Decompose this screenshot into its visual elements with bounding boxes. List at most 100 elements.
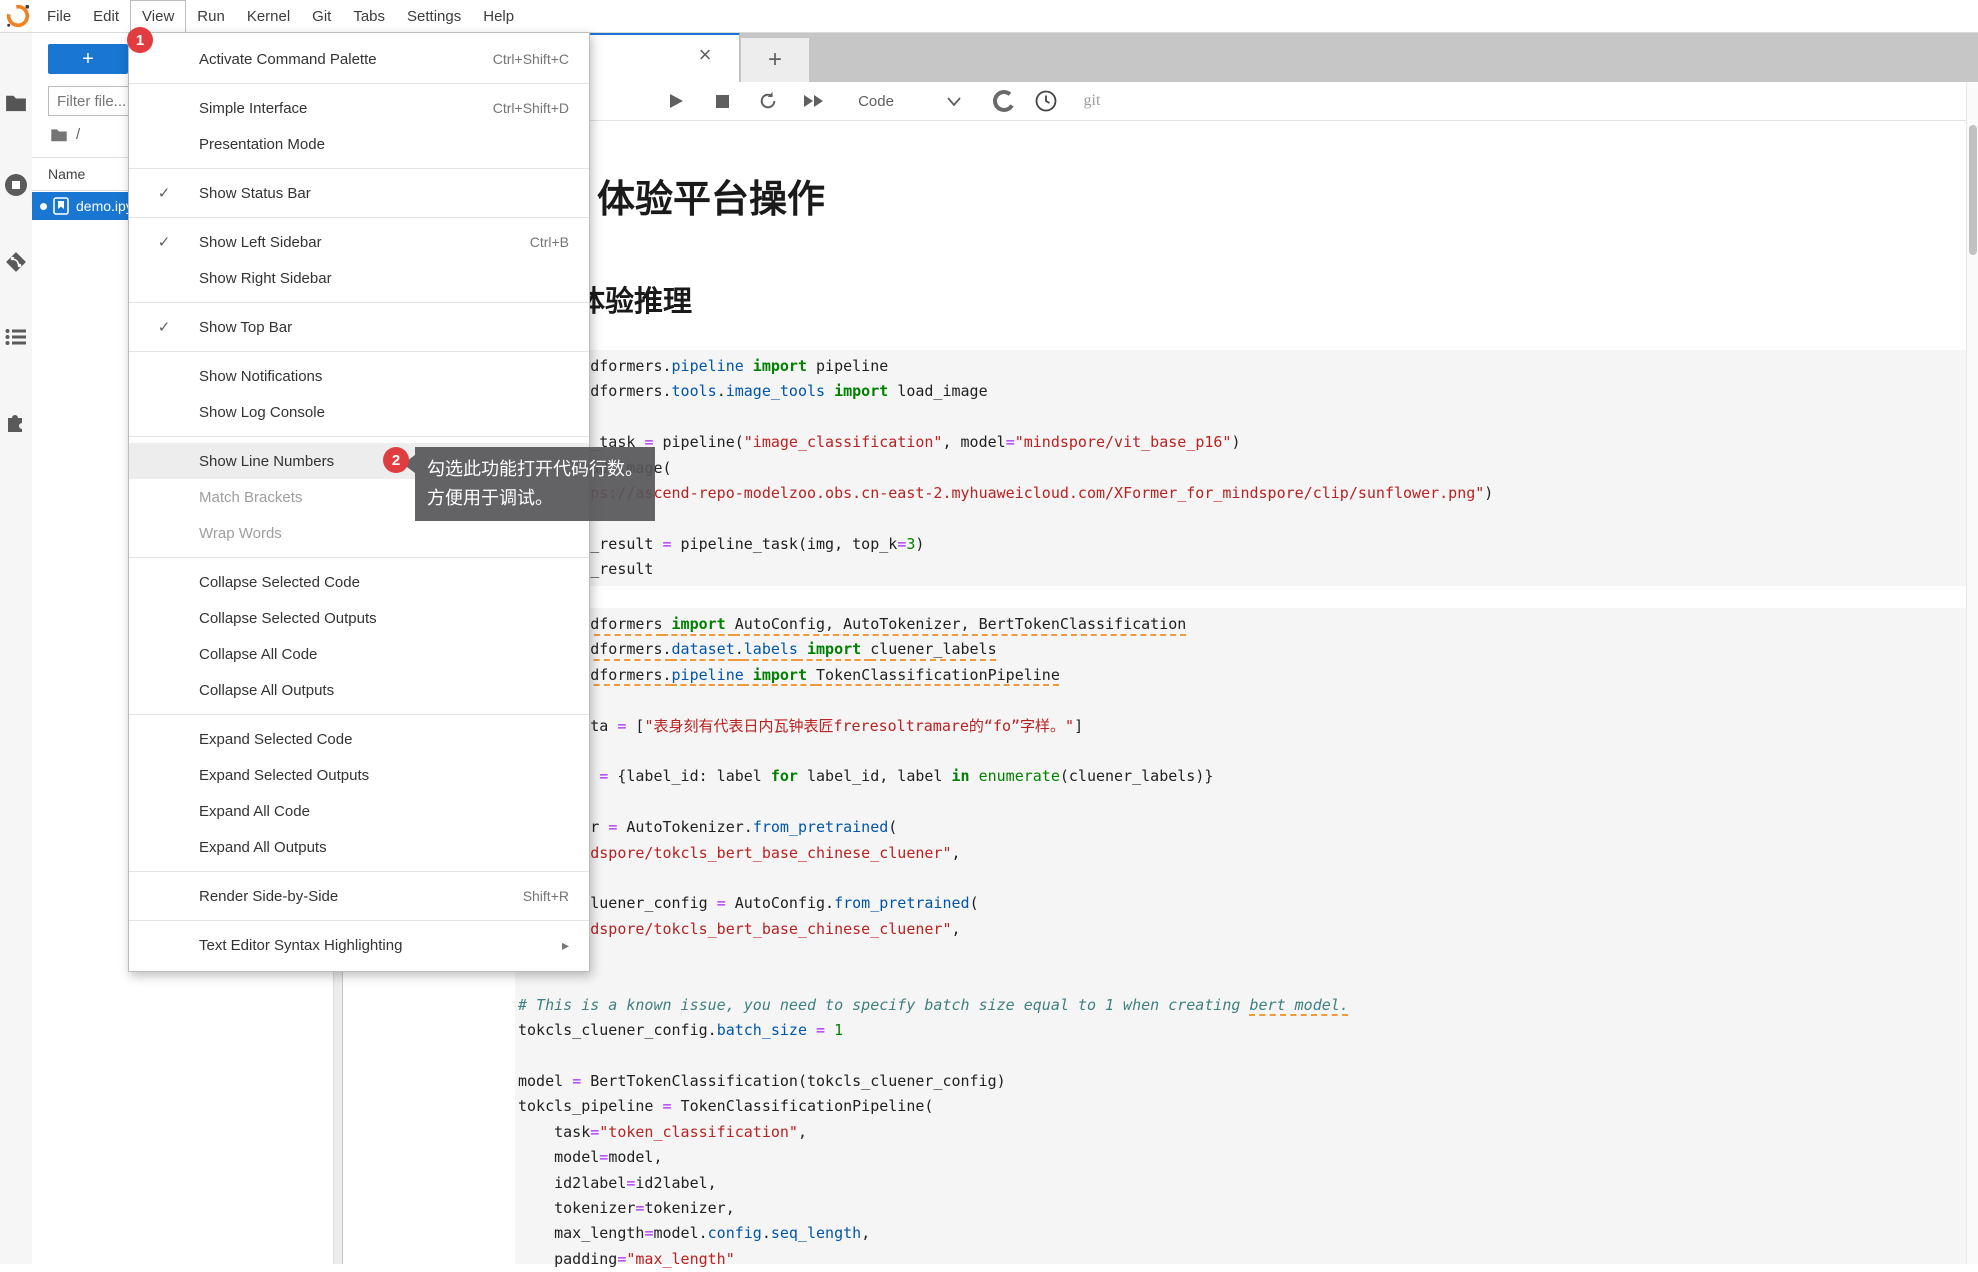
cell-type-select[interactable]: Code [846, 82, 906, 120]
menubar-item-edit[interactable]: Edit [82, 0, 130, 32]
code-line: "mindspore/tokcls_bert_base_chinese_clue… [518, 917, 1966, 942]
menu-item-label: Render Side-by-Side [199, 888, 523, 905]
code-line: from mindformers import AutoConfig, Auto… [518, 612, 1966, 637]
restart-run-all-button[interactable] [797, 82, 831, 120]
new-launcher-button[interactable]: + [48, 44, 128, 74]
menu-item-show-right-sidebar[interactable]: Show Right Sidebar [129, 260, 589, 296]
menu-item-show-top-bar[interactable]: ✓Show Top Bar [129, 309, 589, 345]
menu-item-show-left-sidebar[interactable]: ✓Show Left SidebarCtrl+B [129, 224, 589, 260]
kernel-running-dot [40, 203, 47, 210]
new-tab-button[interactable]: + [741, 38, 809, 82]
menu-shortcut: Ctrl+B [530, 234, 589, 250]
markdown-heading-1[interactable]: 体验平台操作 [597, 168, 825, 223]
menu-item-collapse-selected-outputs[interactable]: Collapse Selected Outputs [129, 600, 589, 636]
menu-item-collapse-all-code[interactable]: Collapse All Code [129, 636, 589, 672]
menu-item-render-side-by-side[interactable]: Render Side-by-SideShift+R [129, 878, 589, 914]
menubar-item-run[interactable]: Run [186, 0, 236, 32]
code-line [518, 739, 1966, 764]
menu-item-simple-interface[interactable]: Simple InterfaceCtrl+Shift+D [129, 90, 589, 126]
code-cell-2[interactable]: from mindformers import AutoConfig, Auto… [515, 608, 1966, 1264]
table-of-contents-icon[interactable] [0, 320, 32, 354]
code-line [518, 688, 1966, 713]
menu-separator [129, 302, 589, 303]
menu-item-label: Expand All Outputs [199, 839, 569, 856]
notebook-scrollbar[interactable] [1966, 82, 1978, 1264]
folder-icon [50, 128, 68, 142]
menubar-item-file[interactable]: File [36, 0, 82, 32]
code-line: id2label = {label_id: label for label_id… [518, 764, 1966, 789]
menubar: FileEditViewRunKernelGitTabsSettingsHelp [0, 0, 1978, 33]
menu-item-text-editor-syntax-highlighting[interactable]: Text Editor Syntax Highlighting▸ [129, 927, 589, 963]
code-line: tokcls_cluener_config.batch_size = 1 [518, 1018, 1966, 1043]
menu-item-expand-selected-code[interactable]: Expand Selected Code [129, 721, 589, 757]
code-cell-1[interactable]: from mindformers.pipeline import pipelin… [515, 350, 1966, 586]
menu-item-label: Expand Selected Code [199, 731, 569, 748]
code-editor-2[interactable]: from mindformers import AutoConfig, Auto… [518, 612, 1966, 1272]
menu-separator [129, 920, 589, 921]
name-column-header[interactable]: Name [48, 166, 85, 182]
menu-item-label: Expand Selected Outputs [199, 767, 569, 784]
code-line: padding="max_length" [518, 1247, 1966, 1272]
menu-item-label: Activate Command Palette [199, 51, 493, 68]
menu-item-label: Expand All Code [199, 803, 569, 820]
running-sessions-icon[interactable] [0, 168, 32, 202]
code-line: tokcls_pipeline = TokenClassificationPip… [518, 1094, 1966, 1119]
git-toolbar-label[interactable]: git [1077, 82, 1107, 120]
file-browser-icon[interactable] [0, 86, 32, 120]
menu-item-label: Text Editor Syntax Highlighting [199, 937, 562, 954]
menubar-item-settings[interactable]: Settings [396, 0, 472, 32]
cell-type-chevron-icon[interactable] [941, 82, 967, 120]
breadcrumb-root: / [76, 126, 80, 143]
menu-item-show-notifications[interactable]: Show Notifications [129, 358, 589, 394]
checkmark-icon: ✓ [129, 233, 199, 251]
menubar-item-git[interactable]: Git [301, 0, 342, 32]
checkmark-icon: ✓ [129, 184, 199, 202]
menu-item-presentation-mode[interactable]: Presentation Mode [129, 126, 589, 162]
code-line: tokenizer = AutoTokenizer.from_pretraine… [518, 815, 1966, 840]
menu-item-label: Show Status Bar [199, 185, 569, 202]
code-line: img = load_image( [518, 456, 1966, 481]
run-cell-button[interactable] [661, 82, 691, 120]
menu-item-collapse-all-outputs[interactable]: Collapse All Outputs [129, 672, 589, 708]
menubar-item-tabs[interactable]: Tabs [342, 0, 396, 32]
menubar-item-kernel[interactable]: Kernel [236, 0, 301, 32]
checkmark-icon: ✓ [129, 318, 199, 336]
code-line: from mindformers.dataset.labels import c… [518, 637, 1966, 662]
tooltip-line-2: 方便用于调试。 [427, 484, 643, 513]
jupyter-kernel-logo-icon [0, 0, 36, 32]
activity-bar [0, 32, 33, 1264]
code-line: from mindformers.pipeline import TokenCl… [518, 663, 1966, 688]
menu-item-expand-selected-outputs[interactable]: Expand Selected Outputs [129, 757, 589, 793]
breadcrumb[interactable]: / [50, 126, 80, 143]
menu-item-activate-command-palette[interactable]: Activate Command PaletteCtrl+Shift+C [129, 41, 589, 77]
kernel-status-icon[interactable] [989, 82, 1019, 120]
menubar-item-help[interactable]: Help [472, 0, 525, 32]
menu-item-expand-all-outputs[interactable]: Expand All Outputs [129, 829, 589, 865]
menu-separator [129, 83, 589, 84]
code-line: model = BertTokenClassification(tokcls_c… [518, 1069, 1966, 1094]
git-sidebar-icon[interactable] [0, 245, 32, 279]
code-editor-1[interactable]: from mindformers.pipeline import pipelin… [518, 354, 1966, 583]
code-line: task="token_classification", [518, 1120, 1966, 1145]
menu-item-label: Collapse Selected Outputs [199, 610, 569, 627]
code-line [518, 790, 1966, 815]
menu-item-label: Simple Interface [199, 100, 493, 117]
menu-item-expand-all-code[interactable]: Expand All Code [129, 793, 589, 829]
annotation-tooltip: 勾选此功能打开代码行数。 方便用于调试。 [415, 447, 655, 521]
menu-item-collapse-selected-code[interactable]: Collapse Selected Code [129, 564, 589, 600]
code-line: input_data = ["表身刻有代表日内瓦钟表匠freresoltrama… [518, 714, 1966, 739]
interrupt-kernel-button[interactable] [707, 82, 737, 120]
restart-kernel-button[interactable] [753, 82, 783, 120]
menu-item-label: Collapse All Outputs [199, 682, 569, 699]
scrollbar-thumb[interactable] [1969, 125, 1977, 255]
menu-item-label: Show Notifications [199, 368, 569, 385]
tab-close-icon[interactable]: × [691, 41, 719, 69]
menu-item-label: Collapse Selected Code [199, 574, 569, 591]
menu-item-show-status-bar[interactable]: ✓Show Status Bar [129, 175, 589, 211]
extension-manager-icon[interactable] [0, 404, 32, 438]
markdown-heading-2[interactable]: 体验推理 [576, 278, 692, 320]
menu-separator [129, 557, 589, 558]
code-line: from mindformers.tools.image_tools impor… [518, 379, 1966, 404]
menu-item-show-log-console[interactable]: Show Log Console [129, 394, 589, 430]
history-clock-icon[interactable] [1031, 82, 1061, 120]
